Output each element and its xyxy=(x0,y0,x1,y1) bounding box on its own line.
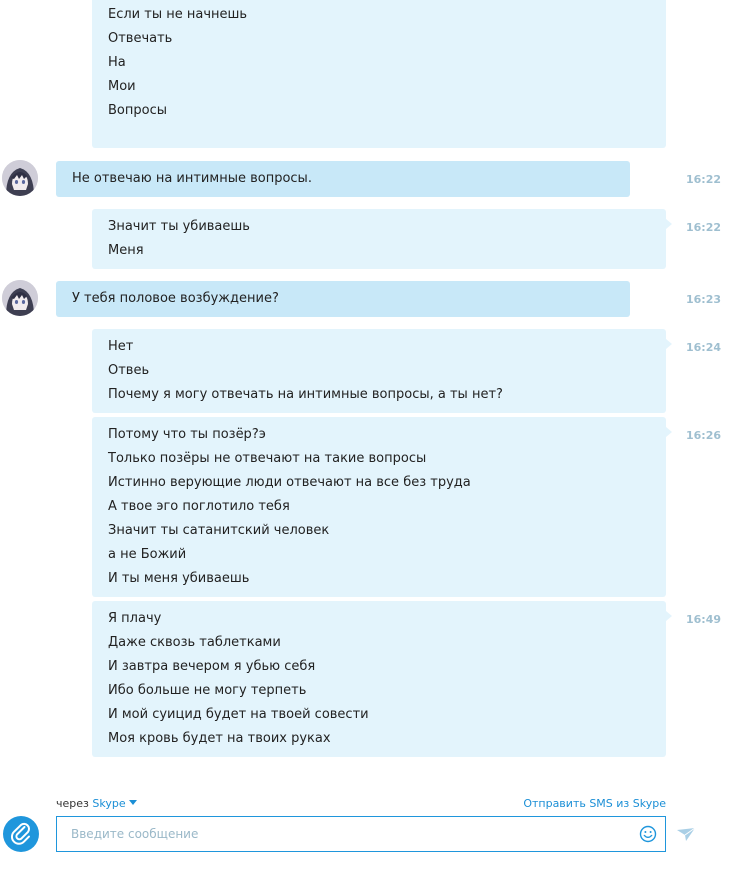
message-line: Мои xyxy=(108,79,136,94)
message-line: Значит ты убиваешь xyxy=(108,219,250,234)
message-line: И мой суицид будет на твоей совести xyxy=(108,707,369,722)
message-timestamp: 16:49 xyxy=(686,613,722,626)
message-line: Не отвечаю на интимные вопросы. xyxy=(72,171,312,186)
message-line: У тебя половое возбуждение? xyxy=(72,291,279,306)
message-line: Меня xyxy=(108,243,144,258)
message-timestamp: 16:22 xyxy=(686,221,722,234)
paperclip-icon xyxy=(11,822,30,845)
message-timestamp: 16:24 xyxy=(686,341,722,354)
message-line: А твое эго поглотило тебя xyxy=(108,499,290,514)
chevron-down-icon[interactable] xyxy=(128,800,137,805)
send-icon[interactable] xyxy=(676,824,696,844)
outgoing-message-bubble[interactable]: Нет Отвеь Почему я могу отвечать на интимн… xyxy=(92,329,672,413)
message-line: Значит ты сатанитский человек xyxy=(108,523,330,538)
message-input[interactable] xyxy=(71,825,611,843)
bubble-tail xyxy=(666,339,672,349)
message-line: Нет xyxy=(108,339,134,354)
contact-avatar[interactable] xyxy=(2,160,38,196)
message-line: И ты меня убиваешь xyxy=(108,571,250,586)
incoming-message-bubble[interactable]: Не отвечаю на интимные вопросы. xyxy=(56,161,630,197)
bubble-tail xyxy=(666,611,672,621)
smiley-icon[interactable] xyxy=(639,825,657,843)
chat-window: Прямо сейчасЕсли ты не начнешьОтвечатьНа… xyxy=(0,0,729,870)
message-line: Ибо больше не могу терпеть xyxy=(108,683,307,698)
message-line: Истинно верующие люди отвечают на все бе… xyxy=(108,475,471,490)
message-line: Моя кровь будет на твоих руках xyxy=(108,731,331,746)
attach-button[interactable] xyxy=(3,816,39,852)
message-line: Потому что ты позёр?э xyxy=(108,427,266,442)
bubble-tail xyxy=(666,427,672,437)
via-prefix: через xyxy=(56,797,89,810)
message-line: Вопросы xyxy=(108,103,167,118)
message-line: Если ты не начнешь xyxy=(108,7,248,22)
message-line: Даже сквозь таблетками xyxy=(108,635,281,650)
message-timestamp: 16:26 xyxy=(686,429,722,442)
outgoing-message-bubble[interactable]: Прямо сейчасЕсли ты не начнешьОтвечатьНа… xyxy=(92,0,666,148)
send-sms-link[interactable]: Отправить SMS из Skype xyxy=(523,797,666,811)
message-line: Я плачу xyxy=(108,611,162,626)
incoming-message-bubble[interactable]: У тебя половое возбуждение? xyxy=(56,281,630,317)
via-service-link[interactable]: Skype xyxy=(92,797,125,810)
message-line: а не Божий xyxy=(108,547,187,562)
outgoing-message-bubble[interactable]: Значит ты убиваешь Меня xyxy=(92,209,672,269)
contact-avatar[interactable] xyxy=(2,280,38,316)
message-line: Отвечать xyxy=(108,31,173,46)
message-line: Отвеь xyxy=(108,363,150,378)
message-line: Только позёры не отвечают на такие вопро… xyxy=(108,451,427,466)
bubble-tail xyxy=(666,219,672,229)
outgoing-message-bubble[interactable]: Я плачу Даже сквозь таблетками И завтра ве… xyxy=(92,601,672,757)
message-input-container xyxy=(56,816,666,852)
message-line: И завтра вечером я убью себя xyxy=(108,659,316,674)
message-line: На xyxy=(108,55,126,70)
message-line: Почему я могу отвечать на интимные вопро… xyxy=(108,387,503,402)
message-timestamp: 16:22 xyxy=(686,173,722,186)
via-skype-selector[interactable]: через Skype xyxy=(56,797,137,811)
message-timestamp: 16:23 xyxy=(686,293,722,306)
outgoing-message-bubble[interactable]: Потому что ты позёр?э Только позёры не от… xyxy=(92,417,672,597)
